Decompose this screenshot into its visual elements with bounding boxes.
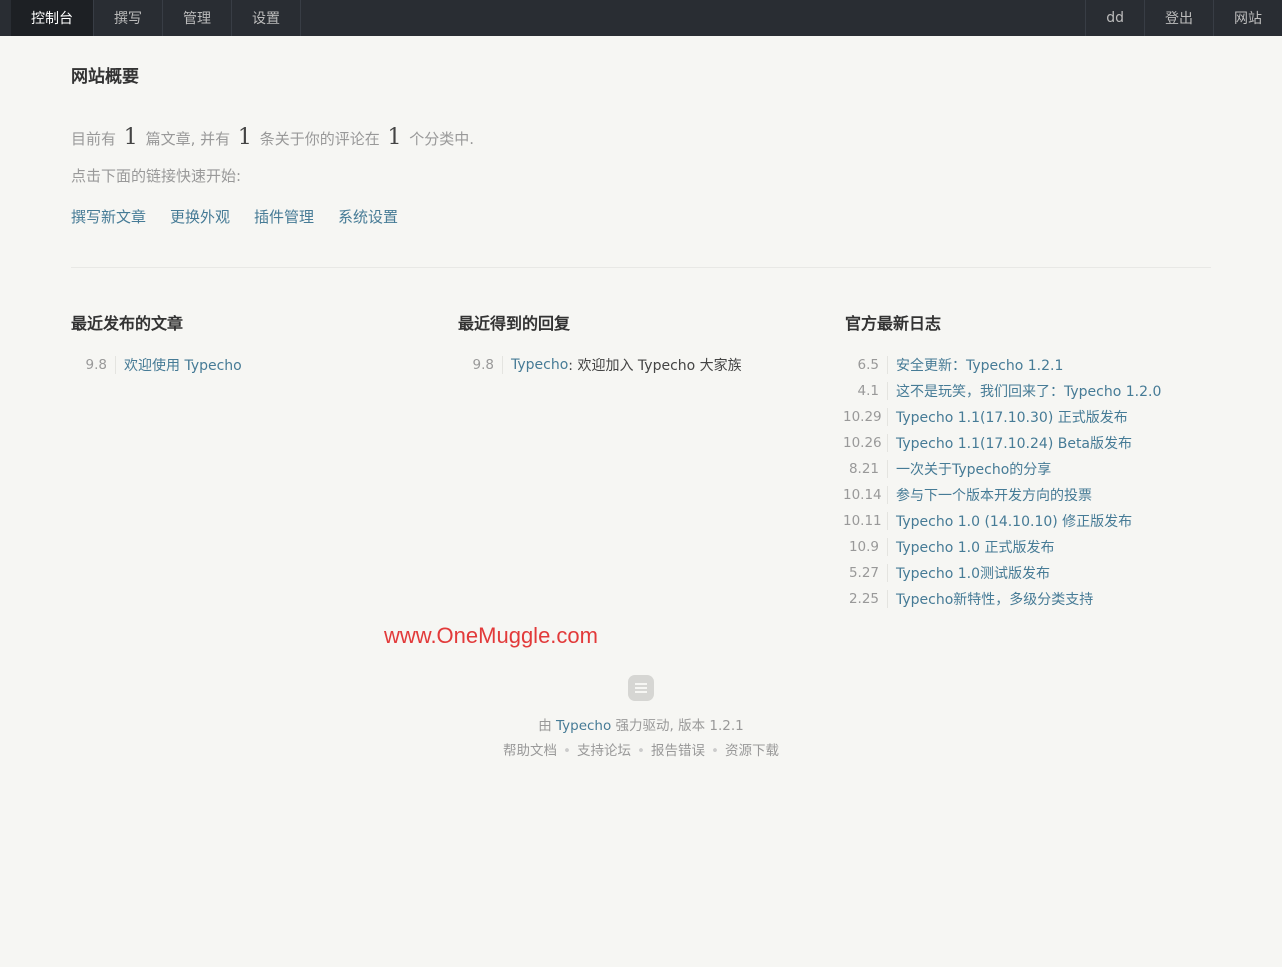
nav-right: dd 登出 网站 [1085, 0, 1282, 36]
top-navbar: 控制台 撰写 管理 设置 dd 登出 网站 [0, 0, 1282, 36]
recent-replies-title: 最近得到的回复 [458, 314, 571, 333]
post-date: 9.8 [71, 356, 116, 374]
link-plugins[interactable]: 插件管理 [254, 206, 314, 227]
log-link[interactable]: Typecho 1.0测试版发布 [896, 563, 1050, 583]
list-item: 8.21 一次关于Typecho的分享 [843, 456, 1205, 482]
nav-left: 控制台 撰写 管理 设置 [11, 0, 301, 36]
log-date: 4.1 [843, 382, 888, 400]
log-date: 10.29 [843, 408, 888, 426]
footer-link-docs[interactable]: 帮助文档 [503, 743, 557, 759]
official-log-section: 官方最新日志 6.5 安全更新：Typecho 1.2.1 4.1 这不是玩笑，我们… [843, 310, 1205, 612]
post-link[interactable]: 欢迎使用 Typecho [124, 355, 242, 375]
recent-replies-list: 9.8 Typecho : 欢迎加入 Typecho 大家族 [458, 352, 818, 378]
footer-links: 帮助文档 • 支持论坛 • 报告错误 • 资源下载 [0, 739, 1282, 759]
reply-author-link[interactable]: Typecho [511, 357, 568, 373]
summary-text: 条关于你的评论在 [259, 130, 380, 148]
footer-version: 强力驱动, 版本 1.2.1 [615, 718, 744, 734]
nav-write[interactable]: 撰写 [94, 0, 163, 36]
log-link[interactable]: 一次关于Typecho的分享 [896, 459, 1051, 479]
list-item: 10.14 参与下一个版本开发方向的投票 [843, 482, 1205, 508]
log-link[interactable]: Typecho 1.0 正式版发布 [896, 537, 1054, 557]
footer-link-downloads[interactable]: 资源下载 [725, 743, 779, 759]
nav-logout[interactable]: 登出 [1144, 0, 1213, 36]
recent-posts-title: 最近发布的文章 [71, 314, 184, 333]
divider [71, 267, 1211, 268]
list-item: 5.27 Typecho 1.0测试版发布 [843, 560, 1205, 586]
reply-text: : 欢迎加入 Typecho 大家族 [568, 358, 742, 374]
post-count: 1 [123, 125, 138, 150]
separator-dot: • [710, 743, 719, 759]
footer-typecho-link[interactable]: Typecho [556, 718, 611, 734]
log-link[interactable]: 这不是玩笑，我们回来了：Typecho 1.2.0 [896, 381, 1161, 401]
log-link[interactable]: 安全更新：Typecho 1.2.1 [896, 355, 1063, 375]
link-system-settings[interactable]: 系统设置 [338, 206, 398, 227]
log-link[interactable]: 参与下一个版本开发方向的投票 [896, 485, 1092, 505]
log-link[interactable]: Typecho新特性，多级分类支持 [896, 589, 1093, 609]
recent-replies-section: 最近得到的回复 9.8 Typecho : 欢迎加入 Typecho 大家族 [458, 310, 818, 378]
log-link[interactable]: Typecho 1.1(17.10.30) 正式版发布 [896, 407, 1128, 427]
link-write-post[interactable]: 撰写新文章 [71, 206, 146, 227]
list-item: 9.8 Typecho : 欢迎加入 Typecho 大家族 [458, 352, 818, 378]
recent-posts-section: 最近发布的文章 9.8 欢迎使用 Typecho [71, 310, 431, 378]
log-date: 10.9 [843, 538, 888, 556]
quick-start-hint: 点击下面的链接快速开始: [71, 167, 242, 185]
log-date: 5.27 [843, 564, 888, 582]
list-item: 9.8 欢迎使用 Typecho [71, 352, 431, 378]
nav-dashboard[interactable]: 控制台 [11, 0, 94, 36]
footer-link-bugs[interactable]: 报告错误 [651, 743, 705, 759]
list-item: 10.9 Typecho 1.0 正式版发布 [843, 534, 1205, 560]
official-log-title: 官方最新日志 [845, 314, 942, 333]
summary-text: 个分类中. [409, 130, 475, 148]
footer-by: 由 [538, 718, 552, 734]
log-date: 2.25 [843, 590, 888, 608]
log-date: 10.11 [843, 512, 888, 530]
typecho-logo-icon[interactable] [628, 675, 654, 701]
comment-count: 1 [237, 125, 252, 150]
footer-credit: 由 Typecho 强力驱动, 版本 1.2.1 [0, 714, 1282, 734]
footer-link-forum[interactable]: 支持论坛 [577, 743, 631, 759]
list-item: 2.25 Typecho新特性，多级分类支持 [843, 586, 1205, 612]
list-item: 6.5 安全更新：Typecho 1.2.1 [843, 352, 1205, 378]
log-link[interactable]: Typecho 1.0 (14.10.10) 修正版发布 [896, 511, 1132, 531]
separator-dot: • [637, 743, 645, 759]
log-date: 8.21 [843, 460, 888, 478]
nav-manage[interactable]: 管理 [163, 0, 232, 36]
nav-user[interactable]: dd [1085, 0, 1144, 36]
log-date: 10.14 [843, 486, 888, 504]
summary-text: 篇文章, 并有 [145, 130, 231, 148]
list-item: 4.1 这不是玩笑，我们回来了：Typecho 1.2.0 [843, 378, 1205, 404]
list-item: 10.29 Typecho 1.1(17.10.30) 正式版发布 [843, 404, 1205, 430]
reply-date: 9.8 [458, 356, 503, 374]
list-item: 10.26 Typecho 1.1(17.10.24) Beta版发布 [843, 430, 1205, 456]
link-change-theme[interactable]: 更换外观 [170, 206, 230, 227]
log-date: 6.5 [843, 356, 888, 374]
nav-site[interactable]: 网站 [1213, 0, 1282, 36]
log-date: 10.26 [843, 434, 888, 452]
category-count: 1 [387, 125, 402, 150]
summary-text: 目前有 [71, 130, 117, 148]
quick-links: 撰写新文章 更换外观 插件管理 系统设置 [71, 206, 398, 227]
official-log-list: 6.5 安全更新：Typecho 1.2.1 4.1 这不是玩笑，我们回来了：Typ… [843, 352, 1205, 612]
site-summary: 目前有 1 篇文章, 并有 1 条关于你的评论在 1 个分类中. [71, 125, 474, 150]
nav-settings[interactable]: 设置 [232, 0, 301, 36]
log-link[interactable]: Typecho 1.1(17.10.24) Beta版发布 [896, 433, 1132, 453]
watermark: www.OneMuggle.com [384, 623, 598, 648]
list-item: 10.11 Typecho 1.0 (14.10.10) 修正版发布 [843, 508, 1205, 534]
separator-dot: • [563, 743, 572, 759]
recent-posts-list: 9.8 欢迎使用 Typecho [71, 352, 431, 378]
page-title: 网站概要 [71, 67, 139, 87]
